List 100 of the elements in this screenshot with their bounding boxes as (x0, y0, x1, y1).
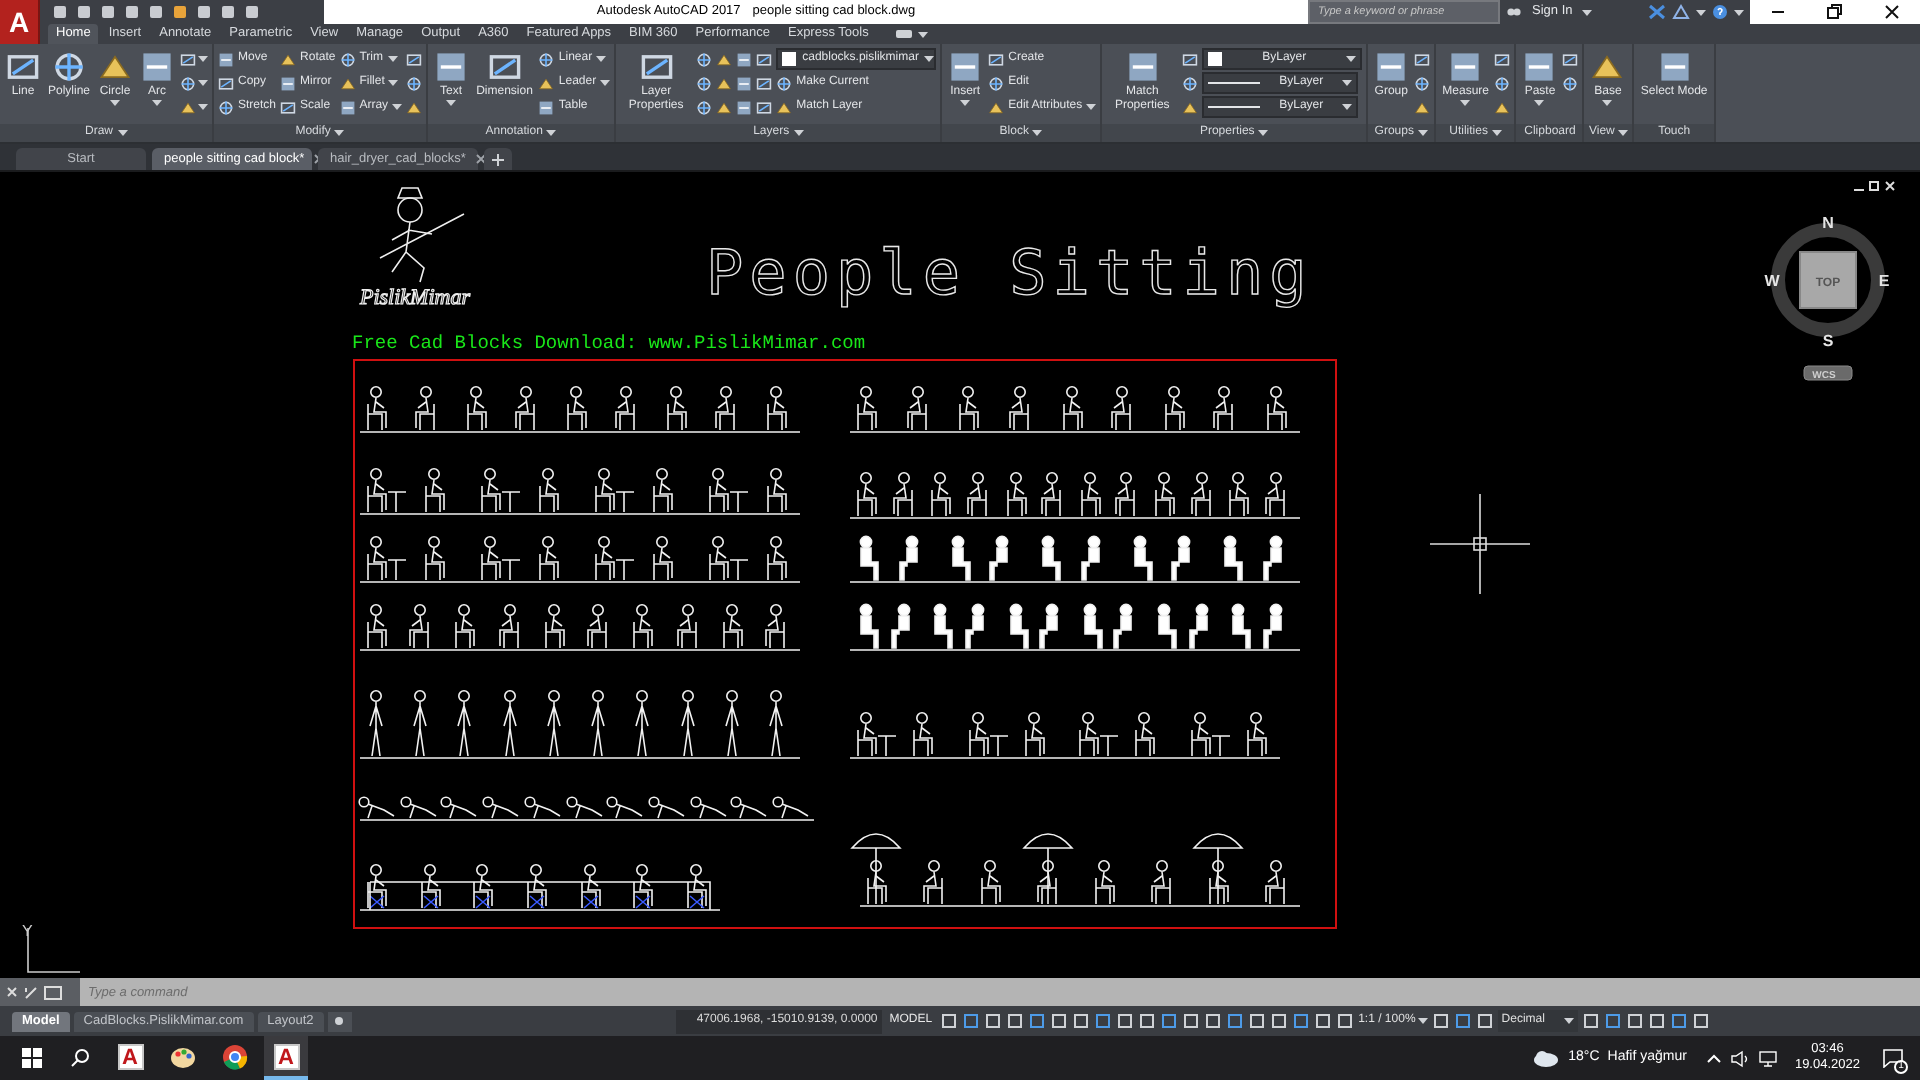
caret-icon (446, 100, 457, 106)
tool-icon (736, 99, 753, 115)
ribbon-icon-button[interactable] (1494, 72, 1511, 94)
status-bar-button[interactable] (984, 1012, 1003, 1030)
new-layout-button[interactable] (327, 1011, 352, 1031)
status-bar-button[interactable] (1336, 1012, 1355, 1030)
restore-icon (1824, 2, 1845, 22)
status-bar-button[interactable] (1647, 1012, 1666, 1030)
tool-icon (756, 75, 773, 91)
layer-state-button[interactable] (696, 75, 713, 91)
drawing-title: People Sitting (706, 238, 1313, 310)
layer-state-button[interactable] (716, 75, 733, 91)
tool-icon (736, 75, 753, 91)
layer-state-button[interactable] (696, 51, 713, 67)
tool-icon (639, 50, 674, 84)
viewport-controls-icon[interactable] (1853, 181, 1895, 191)
color-swatch-icon (782, 52, 797, 66)
tool-icon (339, 75, 356, 91)
status-bar-button[interactable] (1160, 1012, 1179, 1030)
status-bar-button[interactable] (1581, 1012, 1600, 1030)
app-logo: A (273, 1043, 299, 1069)
layer-state-button[interactable] (716, 99, 733, 115)
taskbar-app-button[interactable]: A (108, 1036, 152, 1080)
status-bar-button[interactable] (1603, 1012, 1622, 1030)
status-bar-button[interactable] (1475, 1012, 1494, 1030)
status-bar-button[interactable] (1270, 1012, 1289, 1030)
tool-icon (98, 50, 133, 84)
layer-state-button[interactable] (736, 51, 753, 67)
status-bar-button[interactable] (1691, 1012, 1710, 1030)
status-bar-button[interactable] (1028, 1012, 1047, 1030)
status-bar-button[interactable] (1453, 1012, 1472, 1030)
tool-icon (736, 51, 753, 67)
tool-icon (1182, 51, 1199, 67)
browser-icon (221, 1043, 247, 1069)
caret-icon (392, 104, 403, 110)
status-bar-button[interactable] (1050, 1012, 1069, 1030)
new-tab-button[interactable] (484, 148, 512, 170)
status-bar-button[interactable] (1669, 1012, 1688, 1030)
ribbon-icon-button[interactable] (1182, 48, 1199, 70)
ribbon-icon-button[interactable] (1414, 48, 1431, 70)
caret-icon (924, 56, 935, 62)
caret-icon (388, 80, 399, 86)
tool-icon (1182, 99, 1199, 115)
status-bar-button[interactable] (1248, 1012, 1267, 1030)
status-bar-button[interactable] (1094, 1012, 1113, 1030)
taskbar-app-button[interactable]: A (264, 1036, 308, 1080)
tool-icon (696, 75, 713, 91)
chevron-up-icon (1706, 1052, 1723, 1064)
wcs-button[interactable] (1803, 365, 1853, 381)
compass-north-label: N (1822, 214, 1834, 232)
compass-south-label: S (1822, 332, 1834, 350)
status-bar-button[interactable] (1625, 1012, 1644, 1030)
ribbon-icon-button[interactable] (1414, 72, 1431, 94)
status-bar-button[interactable] (1292, 1012, 1311, 1030)
tool-icon (218, 51, 235, 67)
ribbon-icon-button[interactable] (406, 72, 423, 94)
status-bar-button[interactable] (1204, 1012, 1223, 1030)
ribbon-icon-button[interactable] (1182, 72, 1199, 94)
layer-state-button[interactable] (736, 99, 753, 115)
tool-icon (1590, 50, 1625, 84)
layer-state-button[interactable] (716, 51, 733, 67)
caret-icon (596, 56, 607, 62)
line-sample-icon (1208, 80, 1261, 86)
ucs-axis-label: Y (22, 922, 33, 940)
caret-icon (387, 56, 397, 62)
caret-icon (1417, 1018, 1428, 1024)
tool-icon (696, 51, 713, 67)
tool-icon (434, 50, 469, 84)
ribbon-icon-button[interactable] (406, 48, 423, 70)
caret-icon (110, 100, 121, 106)
status-bar-button[interactable] (1182, 1012, 1201, 1030)
tool-icon (1522, 50, 1557, 84)
tool-icon (487, 50, 522, 84)
status-bar-button[interactable] (1116, 1012, 1135, 1030)
tool-icon (218, 75, 235, 91)
status-bar-button[interactable] (1006, 1012, 1025, 1030)
status-bar-button[interactable] (1072, 1012, 1091, 1030)
tool-icon (1562, 75, 1579, 91)
layer-state-button[interactable] (736, 75, 753, 91)
tool-icon (988, 99, 1005, 115)
layer-state-button[interactable] (696, 99, 713, 115)
ribbon-icon-button[interactable] (1562, 48, 1579, 70)
tool-icon (52, 50, 86, 84)
status-bar-button[interactable] (1138, 1012, 1157, 1030)
ribbon-icon-button[interactable] (1562, 72, 1579, 94)
status-bar-button[interactable] (1226, 1012, 1245, 1030)
status-bar-button[interactable] (1431, 1012, 1450, 1030)
application-menu-button[interactable]: A (0, 0, 40, 44)
status-bar-button[interactable] (940, 1012, 959, 1030)
tool-icon (339, 99, 356, 115)
ribbon-icon-button[interactable] (180, 72, 209, 94)
status-bar-button[interactable] (1314, 1012, 1333, 1030)
line-sample-icon (1208, 104, 1261, 110)
ribbon-icon-button[interactable] (1494, 48, 1511, 70)
windows-logo-icon (22, 1048, 42, 1068)
caret-icon (918, 31, 929, 37)
ribbon-icon-button[interactable] (180, 48, 209, 70)
caret-icon (1618, 130, 1629, 136)
status-bar-button[interactable] (962, 1012, 981, 1030)
caret-icon (1534, 100, 1545, 106)
